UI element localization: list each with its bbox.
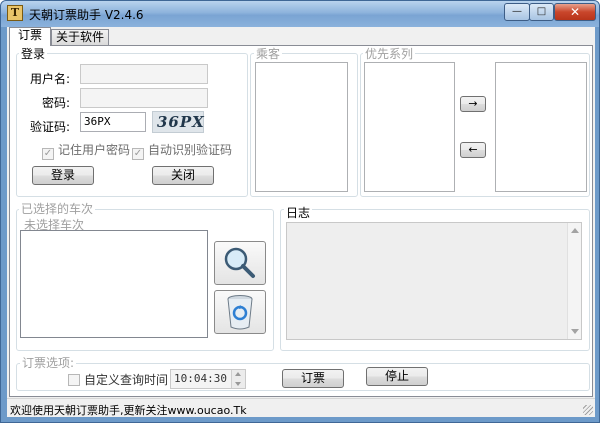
custom-time-label: 自定义查询时间: [84, 373, 169, 387]
app-window: T 天朝订票助手 V2.4.6 — □ ✕ 订票 关于软件 登录 用户名: 密码…: [0, 0, 600, 423]
recycle-bin-icon: [227, 295, 253, 330]
log-textarea[interactable]: [286, 222, 582, 340]
tab-strip: 订票 关于软件: [7, 27, 595, 46]
selected-trains-group-title: 已选择的车次: [19, 202, 96, 216]
stop-button[interactable]: 停止: [366, 367, 428, 386]
move-right-button[interactable]: →: [460, 96, 486, 112]
move-left-button[interactable]: ←: [460, 142, 486, 158]
close-window-button[interactable]: ✕: [554, 3, 596, 21]
username-label: 用户名:: [29, 72, 70, 86]
login-button[interactable]: 登录: [32, 166, 94, 185]
close-button[interactable]: 关闭: [152, 166, 214, 185]
time-spin-buttons[interactable]: [231, 370, 245, 388]
tab-about[interactable]: 关于软件: [51, 29, 109, 45]
scroll-up-icon[interactable]: [571, 228, 579, 233]
login-group-title: 登录: [19, 47, 48, 61]
window-title: 天朝订票助手 V2.4.6: [29, 8, 144, 22]
app-icon: T: [7, 5, 23, 21]
custom-time-checkbox[interactable]: 自定义查询时间: [68, 373, 168, 387]
options-group-title: 订票选项:: [20, 356, 77, 370]
log-group-title: 日志: [284, 206, 313, 220]
resize-grip-icon[interactable]: [583, 405, 593, 415]
selected-trains-list[interactable]: [20, 230, 208, 338]
maximize-button[interactable]: □: [529, 3, 554, 21]
remember-password-checkbox[interactable]: ✓ 记住用户密码: [42, 143, 130, 160]
captcha-input[interactable]: 36PX: [80, 112, 146, 132]
passengers-group-title: 乘客: [254, 47, 283, 61]
search-trains-button[interactable]: [214, 241, 266, 285]
log-scrollbar[interactable]: [567, 223, 581, 339]
password-input[interactable]: [80, 88, 208, 108]
status-text: 欢迎使用天朝订票助手,更新关注www.oucao.Tk: [10, 404, 247, 417]
captcha-image[interactable]: 36PX: [152, 111, 204, 133]
book-button[interactable]: 订票: [282, 369, 344, 388]
priority-group-title: 优先系列: [363, 47, 416, 61]
query-time-spinner[interactable]: 10:04:30: [170, 369, 246, 389]
remember-password-label: 记住用户密码: [58, 143, 131, 157]
spin-down-icon[interactable]: [235, 382, 241, 386]
auto-captcha-checkbox[interactable]: ✓ 自动识别验证码: [132, 143, 232, 160]
minimize-button[interactable]: —: [504, 3, 530, 21]
booking-tab-panel: 登录 用户名: 密码: 验证码: 36PX 36PX ✓ 记住用户密码 ✓ 自动识别…: [9, 45, 593, 397]
auto-captcha-check-box[interactable]: ✓: [132, 148, 144, 160]
magnifier-icon: [224, 247, 255, 278]
auto-captcha-label: 自动识别验证码: [148, 143, 233, 157]
remember-password-check-box[interactable]: ✓: [42, 148, 54, 160]
title-bar[interactable]: T 天朝订票助手 V2.4.6 — □ ✕: [1, 1, 599, 27]
password-label: 密码:: [41, 96, 70, 110]
priority-available-list[interactable]: [364, 62, 455, 192]
tab-booking[interactable]: 订票: [9, 27, 51, 46]
spin-up-icon[interactable]: [235, 372, 241, 376]
priority-selected-list[interactable]: [495, 62, 587, 192]
captcha-label: 验证码:: [29, 120, 70, 134]
query-time-value: 10:04:30: [174, 372, 227, 385]
clear-trains-button[interactable]: [214, 290, 266, 334]
status-bar: 欢迎使用天朝订票助手,更新关注www.oucao.Tk: [7, 398, 595, 417]
scroll-down-icon[interactable]: [571, 329, 579, 334]
passengers-list[interactable]: [255, 62, 348, 192]
custom-time-check-box[interactable]: [68, 374, 80, 386]
username-input[interactable]: [80, 64, 208, 84]
client-area: 订票 关于软件 登录 用户名: 密码: 验证码: 36PX 36PX ✓ 记住用户…: [7, 27, 595, 417]
